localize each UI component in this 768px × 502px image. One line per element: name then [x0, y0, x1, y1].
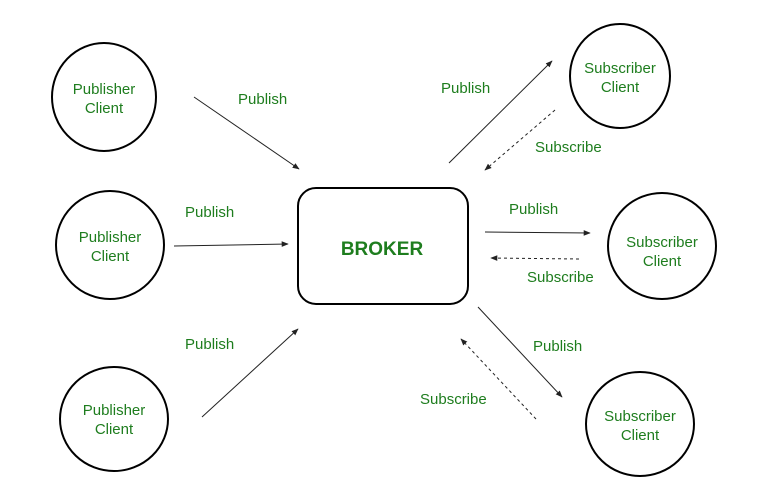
edge-label-subscribe: Subscribe [527, 269, 594, 286]
publisher-client-1: Publisher Client [51, 42, 157, 152]
publisher-label: Publisher [73, 81, 136, 98]
subscriber-label: Client [643, 253, 682, 270]
subscriber-label: Client [601, 79, 640, 96]
edge-label-publish: Publish [441, 80, 490, 97]
publisher-label: Publisher [83, 402, 146, 419]
edge-arrow-broker-sub2 [484, 230, 591, 236]
broker-node: BROKER [297, 187, 469, 305]
subscriber-label: Client [621, 427, 660, 444]
subscriber-label: Subscriber [584, 60, 656, 77]
edge-arrow-sub2-broker [490, 255, 580, 261]
publisher-client-3: Publisher Client [59, 366, 169, 472]
edge-label-publish: Publish [533, 338, 582, 355]
publisher-label: Client [91, 248, 130, 265]
edge-arrow-pub2-broker [173, 241, 289, 247]
edge-label-publish: Publish [185, 336, 234, 353]
subscriber-label: Subscriber [626, 234, 698, 251]
pubsub-diagram: Publisher Client Publisher Client Publis… [51, 23, 717, 477]
subscriber-client-2: Subscriber Client [607, 192, 717, 300]
edge-label-publish: Publish [509, 201, 558, 218]
publisher-circle [59, 366, 169, 472]
edge-label-subscribe: Subscribe [420, 391, 487, 408]
publisher-label: Publisher [79, 229, 142, 246]
subscriber-client-1: Subscriber Client [569, 23, 671, 129]
publisher-label: Client [85, 100, 124, 117]
subscriber-label: Subscriber [604, 408, 676, 425]
edge-label-publish: Publish [238, 91, 287, 108]
publisher-label: Client [95, 421, 134, 438]
broker-label: BROKER [341, 239, 424, 260]
subscriber-client-3: Subscriber Client [585, 371, 695, 477]
publisher-client-2: Publisher Client [55, 190, 165, 300]
edge-label-publish: Publish [185, 204, 234, 221]
edge-label-subscribe: Subscribe [535, 139, 602, 156]
